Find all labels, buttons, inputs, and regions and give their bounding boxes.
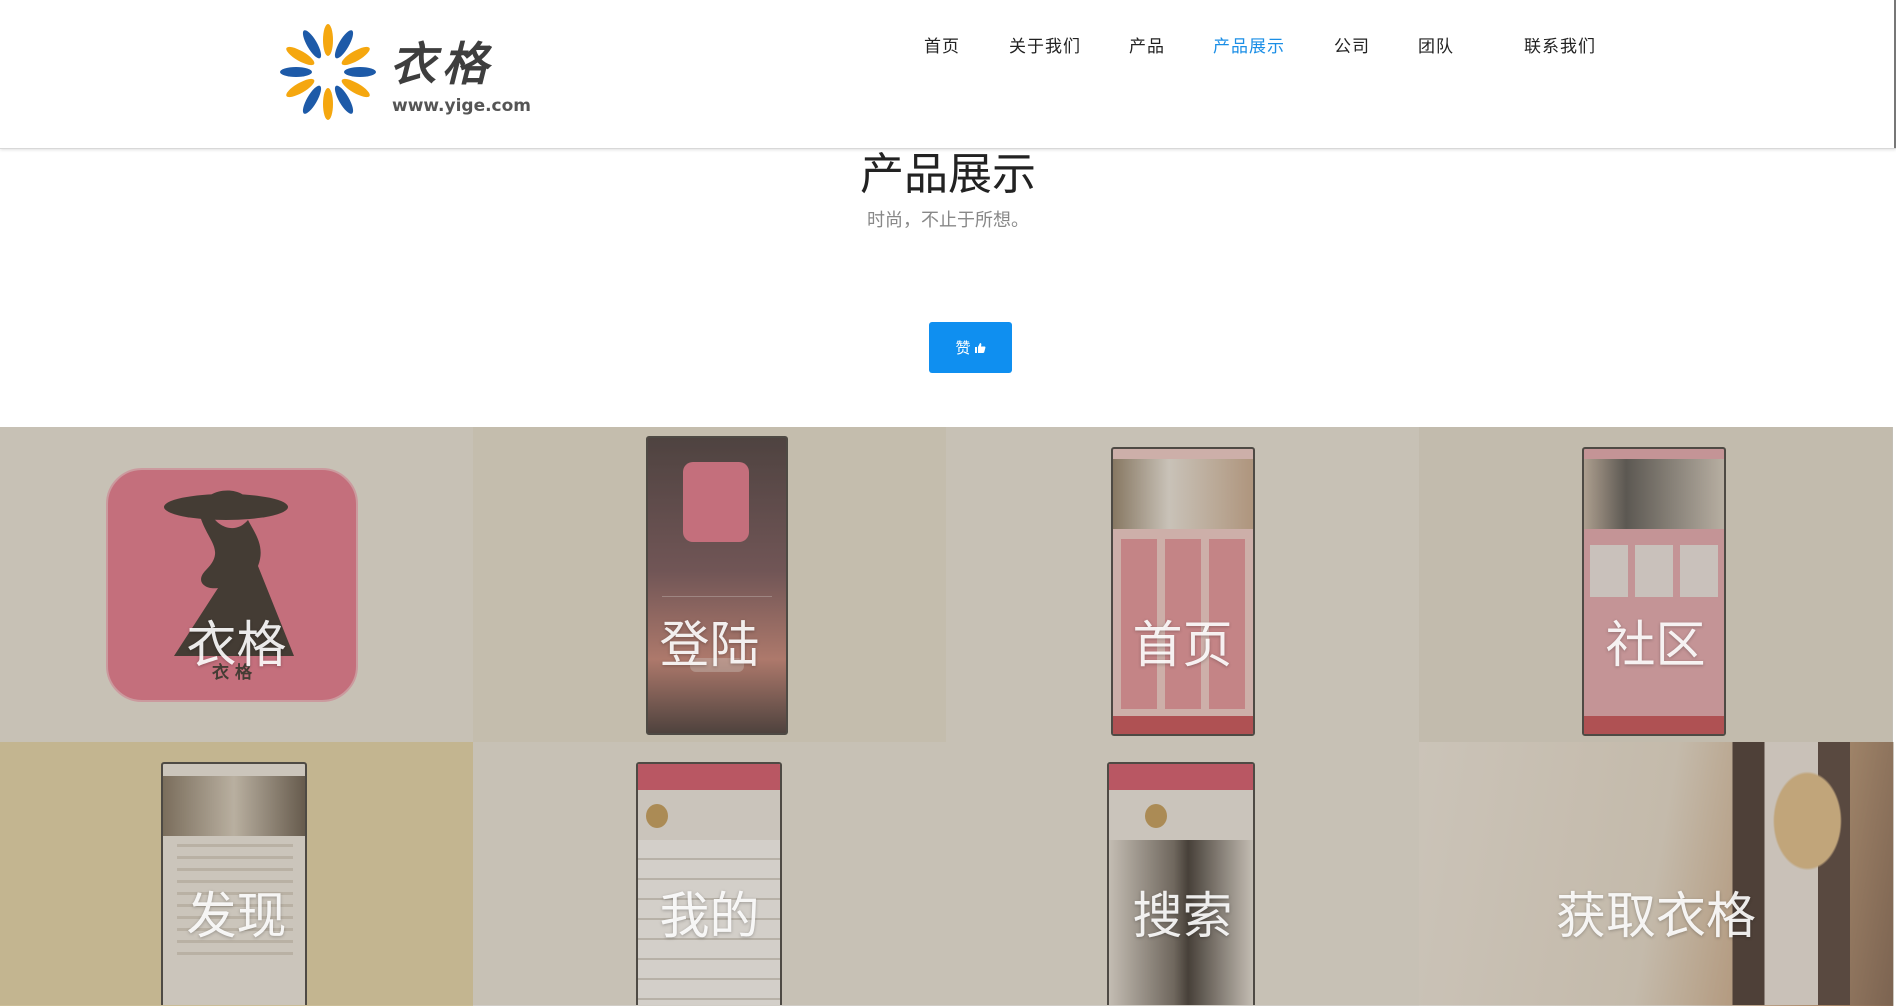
username-field (662, 582, 772, 597)
mine-header-bar (638, 764, 780, 790)
tile-label: 衣格 (186, 616, 287, 674)
like-button-label: 赞 (955, 339, 971, 357)
gallery-tile-home[interactable]: 首页 (946, 427, 1420, 743)
nav-item-home[interactable]: 首页 (924, 32, 960, 57)
community-screen-mockup (1582, 447, 1726, 736)
nav-item-company[interactable]: 公司 (1334, 32, 1370, 57)
search-avatar (1145, 804, 1167, 828)
tile-label: 首页 (1132, 616, 1233, 674)
login-screen-mockup (646, 436, 788, 735)
community-cards (1590, 545, 1718, 597)
nav-item-about[interactable]: 关于我们 (1009, 32, 1081, 57)
gallery-tile-search[interactable]: 搜索 (946, 742, 1420, 1006)
community-banner-photo (1584, 459, 1724, 529)
gallery-tile-get-app[interactable]: 获取衣格 (1419, 742, 1894, 1006)
discover-banner-photo (163, 776, 305, 836)
tile-label: 社区 (1605, 616, 1706, 674)
nav-item-showcase[interactable]: 产品展示 (1213, 32, 1285, 57)
nav-item-team[interactable]: 团队 (1418, 32, 1454, 57)
model-photo (1679, 742, 1893, 1005)
thumbs-up-icon (974, 342, 985, 353)
home-screen-mockup (1111, 447, 1255, 736)
mine-avatar (646, 804, 668, 828)
nav-item-contact[interactable]: 联系我们 (1524, 32, 1596, 57)
gallery-tile-brand[interactable]: 衣 格 衣格 (0, 427, 474, 743)
page-subtitle: 时尚，不止于所想。 (867, 210, 1029, 231)
login-app-icon (683, 462, 749, 542)
site-header: 衣格 www.yige.com 首页 关于我们 产品 产品展示 公司 团队 联系… (0, 0, 1896, 149)
gallery-tile-mine[interactable]: 我的 (473, 742, 947, 1006)
logo-url: www.yige.com (392, 96, 532, 116)
sunflower-logo-icon (280, 24, 376, 120)
gallery-tile-discover[interactable]: 发现 (0, 742, 474, 1006)
product-gallery: 衣 格 衣格 登陆 首页 社区 发现 我的 搜索 获取衣格 (0, 427, 1894, 1006)
search-header-bar (1109, 764, 1253, 790)
tile-label: 搜索 (1132, 887, 1233, 945)
home-banner-photo (1113, 459, 1253, 529)
nav-item-products[interactable]: 产品 (1129, 32, 1165, 57)
tile-label: 获取衣格 (1556, 887, 1756, 945)
home-tabbar (1113, 716, 1253, 734)
tile-label: 登陆 (659, 616, 760, 674)
like-button[interactable]: 赞 (929, 322, 1012, 373)
gallery-tile-community[interactable]: 社区 (1419, 427, 1893, 743)
tile-label: 发现 (186, 887, 287, 945)
gallery-tile-login[interactable]: 登陆 (473, 427, 947, 743)
community-tabbar (1584, 716, 1724, 734)
logo[interactable]: 衣格 www.yige.com (278, 22, 538, 126)
tile-label: 我的 (659, 887, 760, 945)
logo-title: 衣格 (390, 37, 494, 91)
